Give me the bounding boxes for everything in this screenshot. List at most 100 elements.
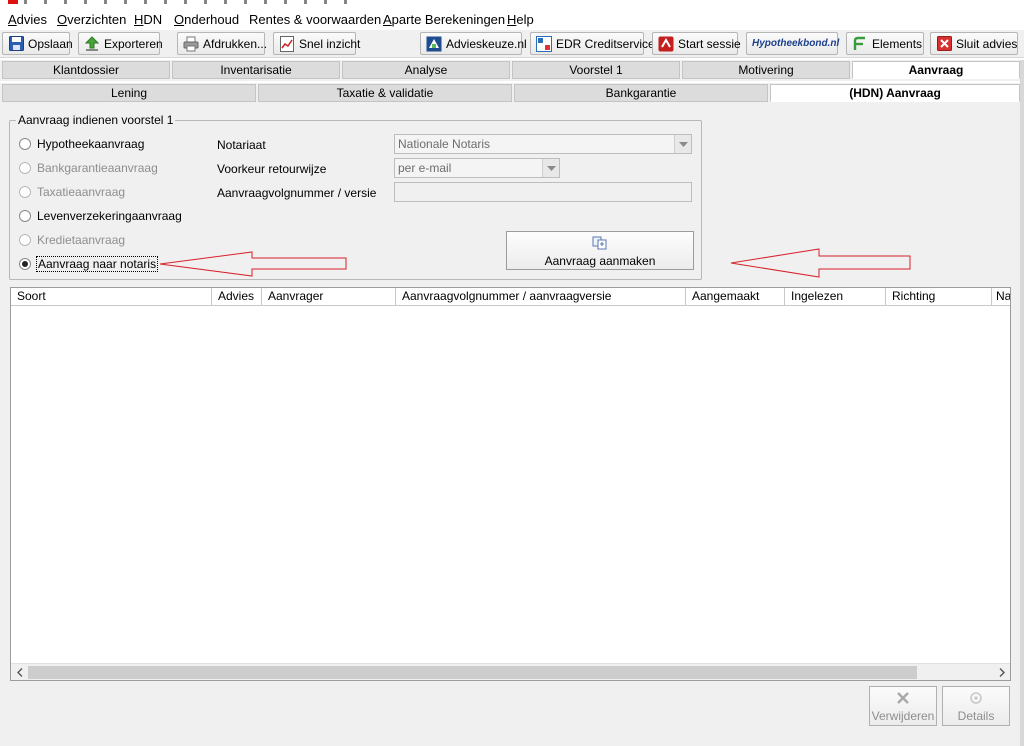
tab-inventarisatie[interactable]: Inventarisatie [172, 61, 340, 79]
tab-taxatie-validatie[interactable]: Taxatie & validatie [258, 84, 512, 102]
table-header: Soort Advies Aanvrager Aanvraagvolgnumme… [11, 288, 1010, 306]
chevron-down-icon [542, 159, 559, 177]
close-advice-button[interactable]: Sluit advies [930, 32, 1018, 55]
tab-motivering[interactable]: Motivering [682, 61, 850, 79]
main-tab-row: Klantdossier Inventarisatie Analyse Voor… [0, 60, 1024, 81]
menu-bar: Advies Overzichten HDN Onderhoud Rentes … [0, 10, 1024, 30]
edr-logo-icon [536, 35, 552, 52]
delete-button[interactable]: Verwijderen [869, 686, 937, 726]
details-icon [967, 689, 985, 707]
tab-klantdossier[interactable]: Klantdossier [2, 61, 170, 79]
save-button[interactable]: Opslaan [2, 32, 73, 55]
radio-bankgarantieaanvraag[interactable]: Bankgarantieaanvraag [19, 161, 158, 175]
horizontal-scrollbar[interactable] [11, 663, 1010, 680]
menu-rentes[interactable]: Rentes & voorwaarden [249, 12, 381, 27]
tools-icon [894, 689, 912, 707]
annotation-arrow-left [159, 251, 347, 277]
radio-levenverzekeringaanvraag[interactable]: Levenverzekeringaanvraag [19, 209, 182, 223]
scroll-left-icon[interactable] [11, 664, 28, 681]
menu-mnemonic: O [174, 12, 185, 27]
menu-aparte-berekeningen[interactable]: Aparte Berekeningen [383, 12, 505, 27]
menu-label: dvies [16, 12, 48, 27]
column-header-richting[interactable]: Richting [886, 288, 992, 306]
title-text-clipped [24, 0, 364, 4]
menu-label: elp [516, 12, 534, 27]
radio-aanvraag-naar-notaris[interactable]: Aanvraag naar notaris [19, 256, 159, 272]
edr-creditservice-button[interactable]: EDR Creditservice [530, 32, 655, 55]
volgnummer-field[interactable] [394, 182, 692, 202]
save-label: Opslaan [28, 36, 73, 51]
menu-mnemonic: O [57, 12, 68, 27]
window-title-strip [0, 0, 1024, 8]
radio-checked-icon [19, 258, 31, 270]
groupbox-title: Aanvraag indienen voorstel 1 [16, 113, 176, 127]
create-request-button[interactable]: Aanvraag aanmaken [506, 231, 694, 270]
menu-hdn[interactable]: HDN [134, 12, 162, 27]
start-session-icon [658, 36, 674, 52]
tab-bankgarantie[interactable]: Bankgarantie [514, 84, 768, 102]
menu-mnemonic: H [134, 12, 144, 27]
quick-view-label: Snel inzicht [299, 36, 361, 51]
floppy-disk-icon [8, 36, 24, 52]
export-button[interactable]: Exporteren [78, 32, 163, 55]
menu-label: verzichten [67, 12, 127, 27]
column-header-aangemaakt[interactable]: Aangemaakt [686, 288, 785, 306]
scrollbar-thumb[interactable] [28, 666, 917, 679]
edr-label: EDR Creditservice [556, 36, 655, 51]
advieskeuze-logo-icon [426, 36, 442, 52]
retourwijze-select[interactable]: per e-mail [394, 158, 560, 178]
radio-circle-icon [19, 210, 31, 222]
menu-onderhoud[interactable]: Onderhoud [174, 12, 239, 27]
create-request-label: Aanvraag aanmaken [544, 253, 656, 268]
menu-help[interactable]: Help [507, 12, 534, 27]
notariaat-select[interactable]: Nationale Notaris [394, 134, 692, 154]
advieskeuze-button[interactable]: Advieskeuze.nl [420, 32, 527, 55]
menu-label: Rentes & voorwaarden [249, 12, 382, 27]
retourwijze-value: per e-mail [398, 161, 452, 175]
elements-button[interactable]: Elements [846, 32, 924, 55]
create-document-icon [591, 234, 609, 252]
toolbar: Opslaan Exporteren Afdrukken... Snel inz… [0, 30, 1024, 58]
column-header-advies[interactable]: Advies [212, 288, 262, 306]
column-header-aanvrager[interactable]: Aanvrager [262, 288, 396, 306]
column-header-volgnummer[interactable]: Aanvraagvolgnummer / aanvraagversie [396, 288, 686, 306]
quick-view-button[interactable]: Snel inzicht [273, 32, 360, 55]
menu-label: parte Berekeningen [391, 12, 506, 27]
start-session-button[interactable]: Start sessie [652, 32, 741, 55]
notariaat-value: Nationale Notaris [398, 137, 491, 151]
radio-kredietaanvraag[interactable]: Kredietaanvraag [19, 233, 125, 247]
menu-overzichten[interactable]: Overzichten [57, 12, 126, 27]
app-logo-icon [8, 0, 18, 4]
radio-circle-icon [19, 162, 31, 174]
details-label: Details [957, 709, 995, 723]
scroll-right-icon[interactable] [993, 664, 1010, 681]
radio-taxatieaanvraag[interactable]: Taxatieaanvraag [19, 185, 125, 199]
tab-hdn-aanvraag[interactable]: (HDN) Aanvraag [770, 84, 1020, 102]
menu-advies[interactable]: Advies [8, 12, 47, 27]
hypotheekbond-logo: Hypotheekbond.nl [752, 38, 840, 49]
column-header-na[interactable]: Na [992, 288, 1010, 306]
menu-label: DN [143, 12, 163, 27]
print-label: Afdrukken... [203, 36, 268, 51]
tab-lening[interactable]: Lening [2, 84, 256, 102]
radio-label: Bankgarantieaanvraag [37, 161, 158, 175]
requests-table[interactable]: Soort Advies Aanvrager Aanvraagvolgnumme… [10, 287, 1011, 681]
radio-circle-icon [19, 234, 31, 246]
radio-label: Hypotheekaanvraag [37, 137, 145, 151]
hypotheekbond-button[interactable]: Hypotheekbond.nl [746, 32, 840, 55]
start-session-label: Start sessie [678, 36, 741, 51]
tab-analyse[interactable]: Analyse [342, 61, 510, 79]
retourwijze-label: Voorkeur retourwijze [217, 162, 327, 176]
column-header-soort[interactable]: Soort [11, 288, 212, 306]
radio-hypotheekaanvraag[interactable]: Hypotheekaanvraag [19, 137, 144, 151]
radio-label: Kredietaanvraag [37, 233, 126, 247]
print-button[interactable]: Afdrukken... [177, 32, 268, 55]
column-header-ingelezen[interactable]: Ingelezen [785, 288, 886, 306]
tab-voorstel-1[interactable]: Voorstel 1 [512, 61, 680, 79]
export-icon [84, 35, 100, 52]
menu-mnemonic: A [8, 12, 17, 27]
chevron-down-icon [674, 135, 691, 153]
export-label: Exporteren [104, 36, 163, 51]
tab-aanvraag[interactable]: Aanvraag [852, 61, 1020, 79]
details-button[interactable]: Details [942, 686, 1010, 726]
